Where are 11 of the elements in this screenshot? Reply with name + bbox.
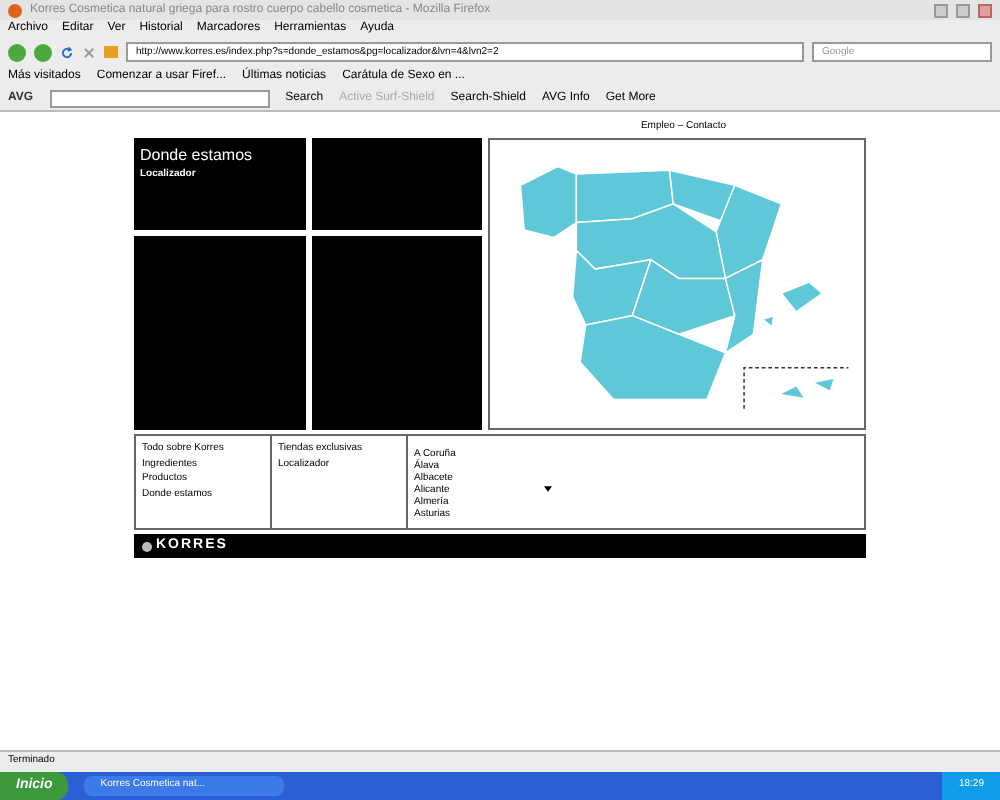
reload-icon[interactable] [60,45,74,59]
forward-button[interactable] [34,43,52,61]
stop-icon[interactable] [82,45,96,59]
korres-logo-icon [142,541,152,551]
close-button[interactable] [978,3,992,17]
back-button[interactable] [8,43,26,61]
maximize-button[interactable] [956,3,970,17]
scroll-down-icon[interactable] [544,485,552,491]
avg-search-field[interactable] [49,89,270,107]
page-heading: Donde estamos [140,144,255,168]
minimize-button[interactable] [934,3,948,17]
